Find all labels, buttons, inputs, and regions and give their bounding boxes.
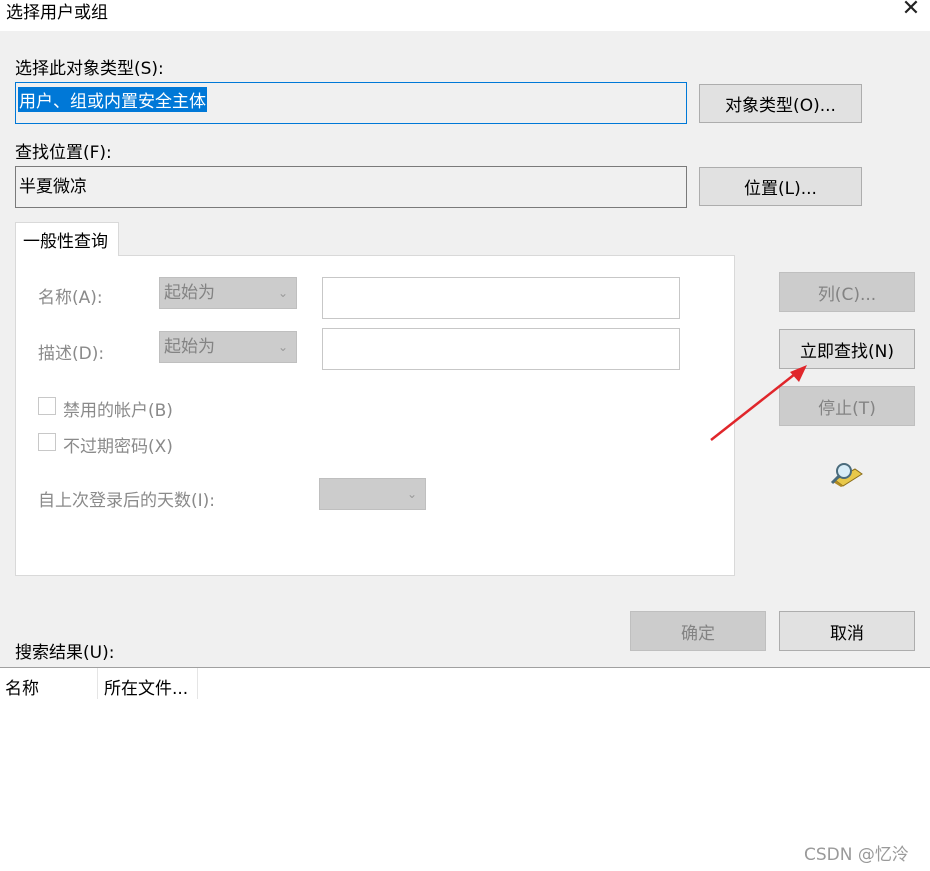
non-expiring-password-label: 不过期密码(X) xyxy=(63,437,173,457)
locations-button[interactable]: 位置(L)... xyxy=(699,167,862,206)
description-label: 描述(D): xyxy=(38,344,105,364)
window-title: 选择用户或组 xyxy=(6,3,108,23)
name-label: 名称(A): xyxy=(38,288,103,308)
description-mode-value: 起始为 xyxy=(164,337,215,357)
location-label: 查找位置(F): xyxy=(15,143,112,163)
title-bar: 选择用户或组 ✕ xyxy=(0,0,930,31)
days-since-logon-select: ⌄ xyxy=(319,478,426,510)
object-types-button[interactable]: 对象类型(O)... xyxy=(699,84,862,123)
location-value: 半夏微凉 xyxy=(19,177,87,197)
name-mode-select: 起始为 ⌄ xyxy=(159,277,297,309)
non-expiring-password-checkbox xyxy=(38,433,56,451)
column-separator xyxy=(197,668,198,699)
name-input[interactable] xyxy=(322,277,680,319)
description-input[interactable] xyxy=(322,328,680,370)
cancel-button[interactable]: 取消 xyxy=(779,611,915,651)
name-mode-value: 起始为 xyxy=(164,283,215,303)
object-type-value: 用户、组或内置安全主体 xyxy=(18,87,207,112)
watermark: CSDN @忆泠 xyxy=(804,845,909,865)
column-header-name[interactable]: 名称 xyxy=(5,668,39,699)
search-animation-icon xyxy=(830,463,863,487)
location-field[interactable]: 半夏微凉 xyxy=(15,166,687,208)
chevron-down-icon: ⌄ xyxy=(406,487,417,501)
disabled-accounts-label: 禁用的帐户(B) xyxy=(63,401,173,421)
results-list[interactable] xyxy=(0,700,930,871)
object-type-label: 选择此对象类型(S): xyxy=(15,59,164,79)
days-since-logon-label: 自上次登录后的天数(I): xyxy=(38,491,216,511)
column-separator xyxy=(97,668,98,699)
search-results-label: 搜索结果(U): xyxy=(15,643,115,663)
annotation-arrow xyxy=(710,365,807,441)
chevron-down-icon: ⌄ xyxy=(277,340,288,354)
close-icon[interactable]: ✕ xyxy=(900,0,922,21)
chevron-down-icon: ⌄ xyxy=(277,286,288,300)
column-header-folder[interactable]: 所在文件... xyxy=(104,668,188,699)
tab-common-queries[interactable]: 一般性查询 xyxy=(15,222,119,256)
object-type-field[interactable]: 用户、组或内置安全主体 xyxy=(15,82,687,124)
disabled-accounts-checkbox xyxy=(38,397,56,415)
ok-button: 确定 xyxy=(630,611,766,651)
description-mode-select: 起始为 ⌄ xyxy=(159,331,297,363)
columns-button: 列(C)... xyxy=(779,272,915,312)
